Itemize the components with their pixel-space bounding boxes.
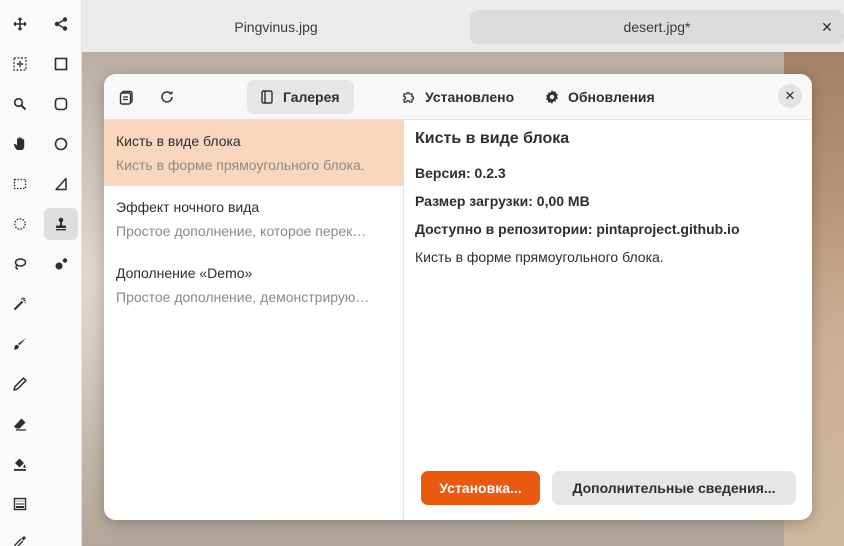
pan-hand-icon[interactable]: [3, 128, 37, 160]
addin-subtitle: Простое дополнение, которое перек…: [116, 223, 367, 239]
freeform-shape-icon[interactable]: [44, 168, 78, 200]
file-archive-icon: [119, 90, 133, 105]
details-title: Кисть в виде блока: [415, 130, 570, 147]
lasso-icon[interactable]: [3, 248, 37, 280]
color-picker-icon[interactable]: [3, 526, 37, 546]
tools-panel: [0, 0, 82, 546]
addin-details: Кисть в виде блока Версия: 0.2.3 Размер …: [415, 130, 805, 265]
details-version: Версия: 0.2.3: [415, 165, 506, 181]
book-icon: [261, 90, 273, 104]
tab-desert[interactable]: desert.jpg* ✕: [470, 10, 844, 44]
paintbrush-icon[interactable]: [3, 328, 37, 360]
pencil-icon[interactable]: [3, 368, 37, 400]
tab-updates-label: Обновления: [568, 89, 655, 105]
eraser-icon[interactable]: [3, 408, 37, 440]
tab-updates[interactable]: Обновления: [532, 80, 669, 114]
puzzle-icon: [403, 91, 415, 103]
move-selection-icon[interactable]: [3, 48, 37, 80]
refresh-button[interactable]: [152, 83, 182, 111]
gradient-icon[interactable]: [3, 488, 37, 520]
dialog-header: Галерея Установлено Обновления ✕: [104, 74, 812, 120]
close-icon: ✕: [784, 88, 796, 103]
details-repository: Доступно в репозитории: pintaproject.git…: [415, 221, 740, 237]
refresh-icon: [161, 90, 173, 103]
addin-manager-dialog: Галерея Установлено Обновления ✕ Кисть в…: [104, 74, 812, 520]
tab-installed-label: Установлено: [425, 89, 515, 105]
tab-gallery[interactable]: Галерея: [247, 80, 354, 114]
tab-label: Pingvinus.jpg: [234, 19, 318, 35]
addin-title: Эффект ночного вида: [116, 199, 260, 215]
ellipse-select-icon[interactable]: [3, 208, 37, 240]
addin-subtitle: Кисть в форме прямоугольного блока.: [116, 157, 365, 173]
list-item[interactable]: Дополнение «Demo» Простое дополнение, де…: [104, 252, 404, 318]
zoom-icon[interactable]: [3, 88, 37, 120]
more-info-button[interactable]: Дополнительные сведения...: [552, 471, 796, 505]
rounded-rectangle-icon[interactable]: [44, 88, 78, 120]
gear-icon: [546, 90, 558, 104]
tab-pingvinus[interactable]: Pingvinus.jpg: [82, 10, 470, 44]
list-item[interactable]: Эффект ночного вида Простое дополнение, …: [104, 186, 404, 252]
addin-title: Кисть в виде блока: [116, 133, 241, 149]
details-description: Кисть в форме прямоугольного блока.: [415, 249, 664, 265]
recolor-icon[interactable]: [44, 248, 78, 280]
tab-label: desert.jpg*: [623, 19, 691, 35]
share-nodes-icon[interactable]: [44, 8, 78, 40]
install-button[interactable]: Установка...: [421, 471, 540, 505]
magic-wand-icon[interactable]: [3, 288, 37, 320]
addin-title: Дополнение «Demo»: [116, 265, 253, 281]
ellipse-icon[interactable]: [44, 128, 78, 160]
paint-bucket-icon[interactable]: [3, 448, 37, 480]
close-icon[interactable]: ✕: [818, 18, 836, 36]
clone-stamp-icon[interactable]: [44, 208, 78, 240]
move-icon[interactable]: [3, 8, 37, 40]
details-size: Размер загрузки: 0,00 MB: [415, 193, 590, 209]
dialog-close-button[interactable]: ✕: [778, 84, 802, 108]
tab-installed[interactable]: Установлено: [389, 80, 528, 114]
image-tabs: Pingvinus.jpg desert.jpg* ✕: [82, 0, 844, 52]
install-from-file-button[interactable]: [112, 83, 142, 111]
rectangle-select-icon[interactable]: [3, 168, 37, 200]
list-item[interactable]: Кисть в виде блока Кисть в форме прямоуг…: [104, 120, 404, 186]
addin-list: Кисть в виде блока Кисть в форме прямоуг…: [104, 120, 404, 520]
tab-gallery-label: Галерея: [283, 89, 340, 105]
rectangle-icon[interactable]: [44, 48, 78, 80]
addin-subtitle: Простое дополнение, демонстрирую…: [116, 289, 370, 305]
